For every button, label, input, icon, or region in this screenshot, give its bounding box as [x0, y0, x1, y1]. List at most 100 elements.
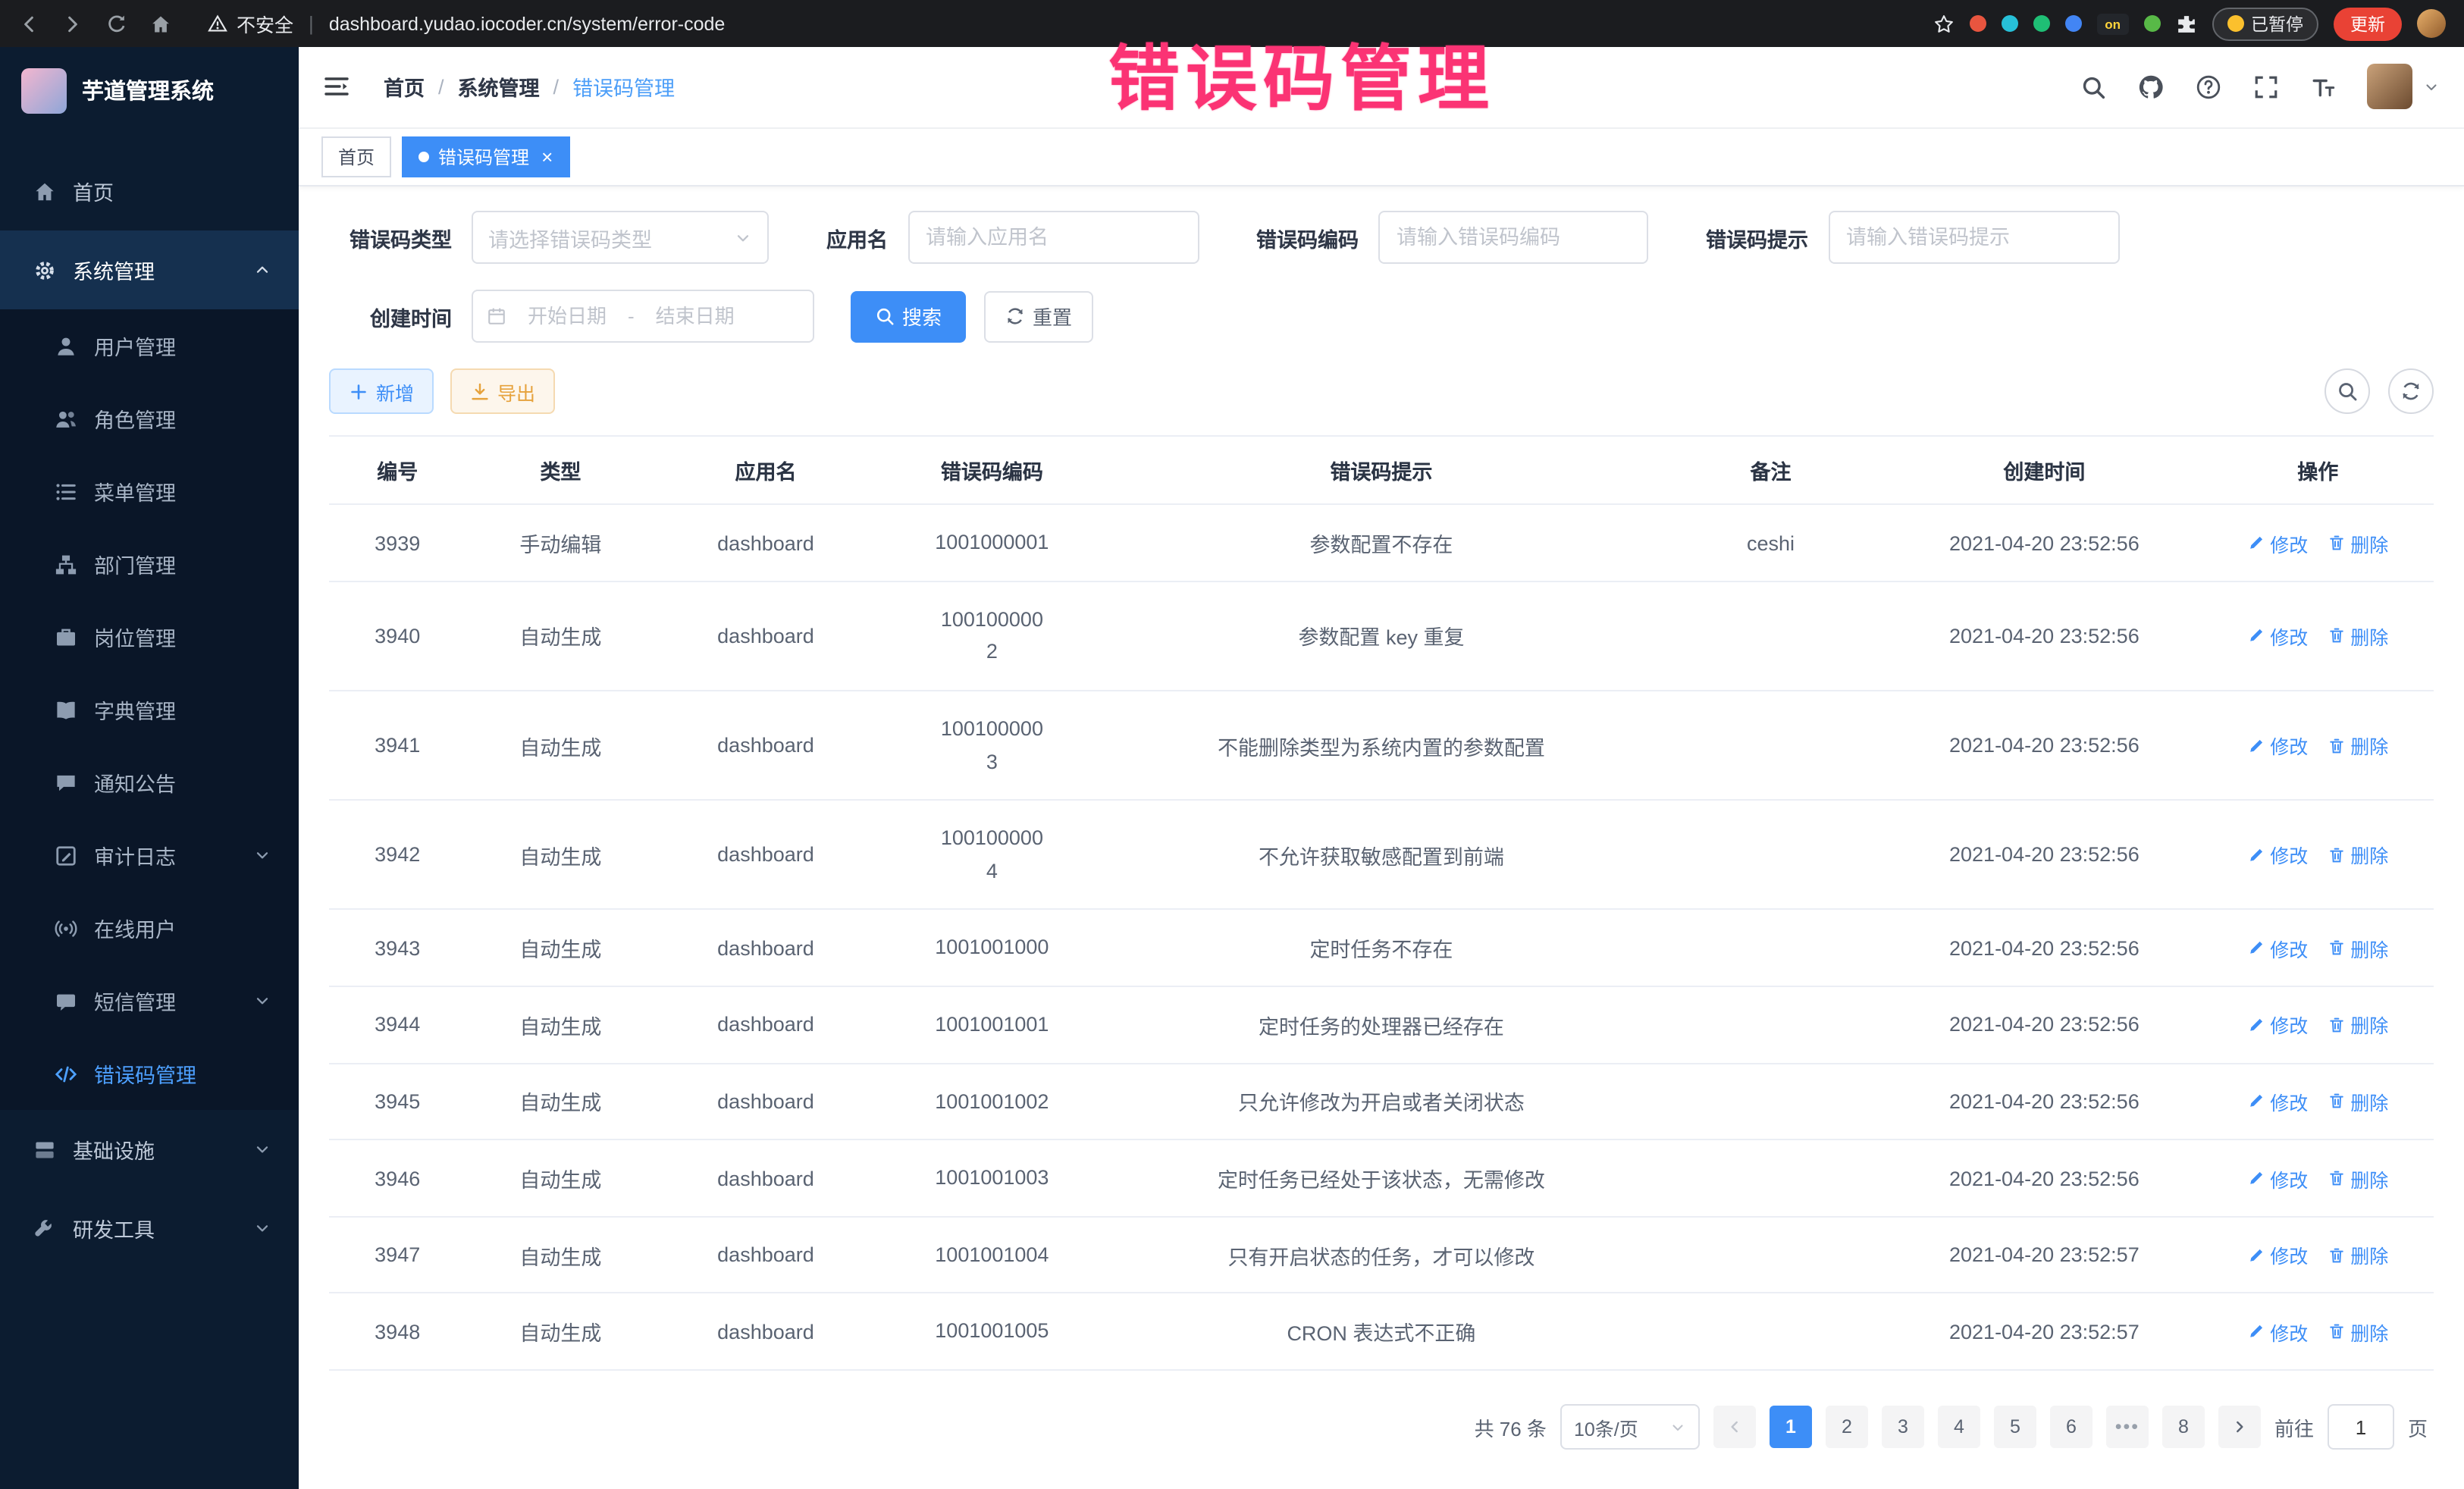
- extension-dot-cyan[interactable]: [2002, 15, 2018, 32]
- delete-link[interactable]: 删除: [2328, 1240, 2388, 1269]
- search-button-label: 搜索: [902, 303, 942, 331]
- date-range-picker[interactable]: -: [472, 290, 814, 343]
- page-size-value: 10条/页: [1574, 1412, 1638, 1441]
- page-button[interactable]: 8: [2162, 1406, 2205, 1448]
- app-name-input[interactable]: [908, 212, 1199, 265]
- sidebar-item[interactable]: 在线用户: [0, 892, 299, 964]
- error-hint-input[interactable]: [1828, 212, 2119, 265]
- sidebar-item[interactable]: 字典管理: [0, 673, 299, 746]
- sidebar-item[interactable]: 部门管理: [0, 528, 299, 600]
- sidebar-item[interactable]: 角色管理: [0, 382, 299, 455]
- extension-dot-green[interactable]: [2033, 15, 2050, 32]
- refresh-table-button[interactable]: [2388, 369, 2434, 415]
- sidebar-item[interactable]: 岗位管理: [0, 600, 299, 673]
- tab-错误码管理[interactable]: 错误码管理×: [402, 136, 569, 177]
- delete-link[interactable]: 删除: [2328, 1011, 2388, 1039]
- add-button[interactable]: 新增: [329, 369, 434, 415]
- star-icon[interactable]: [1933, 13, 1955, 34]
- edit-link[interactable]: 修改: [2247, 933, 2308, 962]
- logo[interactable]: 芋道管理系统: [0, 47, 299, 133]
- url-bar[interactable]: dashboard.yudao.iocoder.cn/system/error-…: [329, 13, 726, 34]
- security-indicator[interactable]: 不安全: [208, 9, 293, 38]
- close-icon[interactable]: ×: [541, 147, 553, 167]
- breadcrumb-item[interactable]: 系统管理: [458, 72, 540, 102]
- delete-link[interactable]: 删除: [2328, 1317, 2388, 1346]
- page-button[interactable]: 2: [1826, 1406, 1868, 1448]
- extension-on-badge[interactable]: on: [2097, 13, 2128, 34]
- reload-icon[interactable]: [106, 13, 127, 34]
- fullscreen-icon[interactable]: [2253, 74, 2279, 100]
- edit-link-label: 修改: [2270, 841, 2308, 870]
- page-button[interactable]: 4: [1938, 1406, 1980, 1448]
- delete-link[interactable]: 删除: [2328, 622, 2388, 650]
- browser-profile-avatar[interactable]: [2417, 9, 2446, 38]
- puzzle-icon[interactable]: [2175, 13, 2196, 34]
- extension-dot-red[interactable]: [1970, 15, 1986, 32]
- breadcrumb-item[interactable]: 首页: [384, 72, 425, 102]
- edit-link-label: 修改: [2270, 1317, 2308, 1346]
- extension-dot-blue[interactable]: [2065, 15, 2082, 32]
- error-hint-label: 错误码提示: [1706, 223, 1808, 253]
- delete-link[interactable]: 删除: [2328, 933, 2388, 962]
- end-date-input[interactable]: [642, 306, 748, 328]
- page-button[interactable]: 6: [2050, 1406, 2093, 1448]
- reset-button[interactable]: 重置: [984, 291, 1093, 343]
- toggle-search-button[interactable]: [2324, 369, 2370, 415]
- update-button[interactable]: 更新: [2334, 7, 2402, 40]
- sidebar-item[interactable]: 系统管理: [0, 230, 299, 309]
- edit-link[interactable]: 修改: [2247, 1011, 2308, 1039]
- back-icon[interactable]: [18, 13, 39, 34]
- error-type-select[interactable]: 请选择错误码类型: [472, 212, 769, 265]
- extension-dot-leaf[interactable]: [2143, 15, 2160, 32]
- edit-link[interactable]: 修改: [2247, 1317, 2308, 1346]
- sidebar-item[interactable]: 通知公告: [0, 746, 299, 819]
- chevron-down-icon[interactable]: [2423, 79, 2440, 96]
- edit-link[interactable]: 修改: [2247, 1164, 2308, 1193]
- edit-link[interactable]: 修改: [2247, 528, 2308, 557]
- page-size-select[interactable]: 10条/页: [1560, 1404, 1700, 1450]
- table-row: 3943自动生成dashboard1001001000定时任务不存在2021-0…: [329, 910, 2434, 986]
- edit-link[interactable]: 修改: [2247, 1087, 2308, 1116]
- sidebar-item[interactable]: 研发工具: [0, 1189, 299, 1268]
- github-icon[interactable]: [2138, 74, 2164, 100]
- sidebar-item[interactable]: 用户管理: [0, 309, 299, 382]
- sidebar-item[interactable]: 错误码管理: [0, 1037, 299, 1110]
- sidebar-item[interactable]: 短信管理: [0, 964, 299, 1037]
- search-button[interactable]: 搜索: [851, 291, 966, 343]
- menu-fold-icon[interactable]: [323, 74, 350, 101]
- forward-icon[interactable]: [62, 13, 83, 34]
- sidebar-item-label: 短信管理: [94, 986, 176, 1016]
- page-buttons: 123456 ••• 8: [1770, 1406, 2205, 1448]
- delete-link[interactable]: 删除: [2328, 1164, 2388, 1193]
- search-icon[interactable]: [2080, 74, 2106, 100]
- edit-link[interactable]: 修改: [2247, 622, 2308, 650]
- goto-page-input[interactable]: [2328, 1404, 2394, 1450]
- tab-首页[interactable]: 首页: [321, 136, 391, 177]
- sidebar-item[interactable]: 审计日志: [0, 819, 299, 892]
- edit-link[interactable]: 修改: [2247, 1240, 2308, 1269]
- page-button[interactable]: 1: [1770, 1406, 1812, 1448]
- delete-link[interactable]: 删除: [2328, 841, 2388, 870]
- page-button[interactable]: 3: [1882, 1406, 1924, 1448]
- export-button[interactable]: 导出: [450, 369, 555, 415]
- paused-badge[interactable]: 已暂停: [2212, 7, 2318, 40]
- sidebar-item[interactable]: 首页: [0, 152, 299, 230]
- edit-link[interactable]: 修改: [2247, 731, 2308, 760]
- home-icon[interactable]: [150, 13, 171, 34]
- page-button[interactable]: 5: [1994, 1406, 2036, 1448]
- question-icon[interactable]: [2196, 74, 2221, 100]
- start-date-input[interactable]: [514, 306, 620, 328]
- font-size-icon[interactable]: [2311, 74, 2337, 100]
- error-code-input[interactable]: [1378, 212, 1648, 265]
- sidebar-item[interactable]: 菜单管理: [0, 455, 299, 528]
- edit-link[interactable]: 修改: [2247, 841, 2308, 870]
- delete-link[interactable]: 删除: [2328, 528, 2388, 557]
- prev-page-button[interactable]: [1713, 1406, 1756, 1448]
- sidebar-item[interactable]: 基础设施: [0, 1110, 299, 1189]
- next-page-button[interactable]: [2218, 1406, 2261, 1448]
- more-pages-button[interactable]: •••: [2106, 1406, 2149, 1448]
- delete-link[interactable]: 删除: [2328, 1087, 2388, 1116]
- avatar[interactable]: [2367, 64, 2412, 110]
- cell-ops: 修改删除: [2202, 1293, 2434, 1370]
- delete-link[interactable]: 删除: [2328, 731, 2388, 760]
